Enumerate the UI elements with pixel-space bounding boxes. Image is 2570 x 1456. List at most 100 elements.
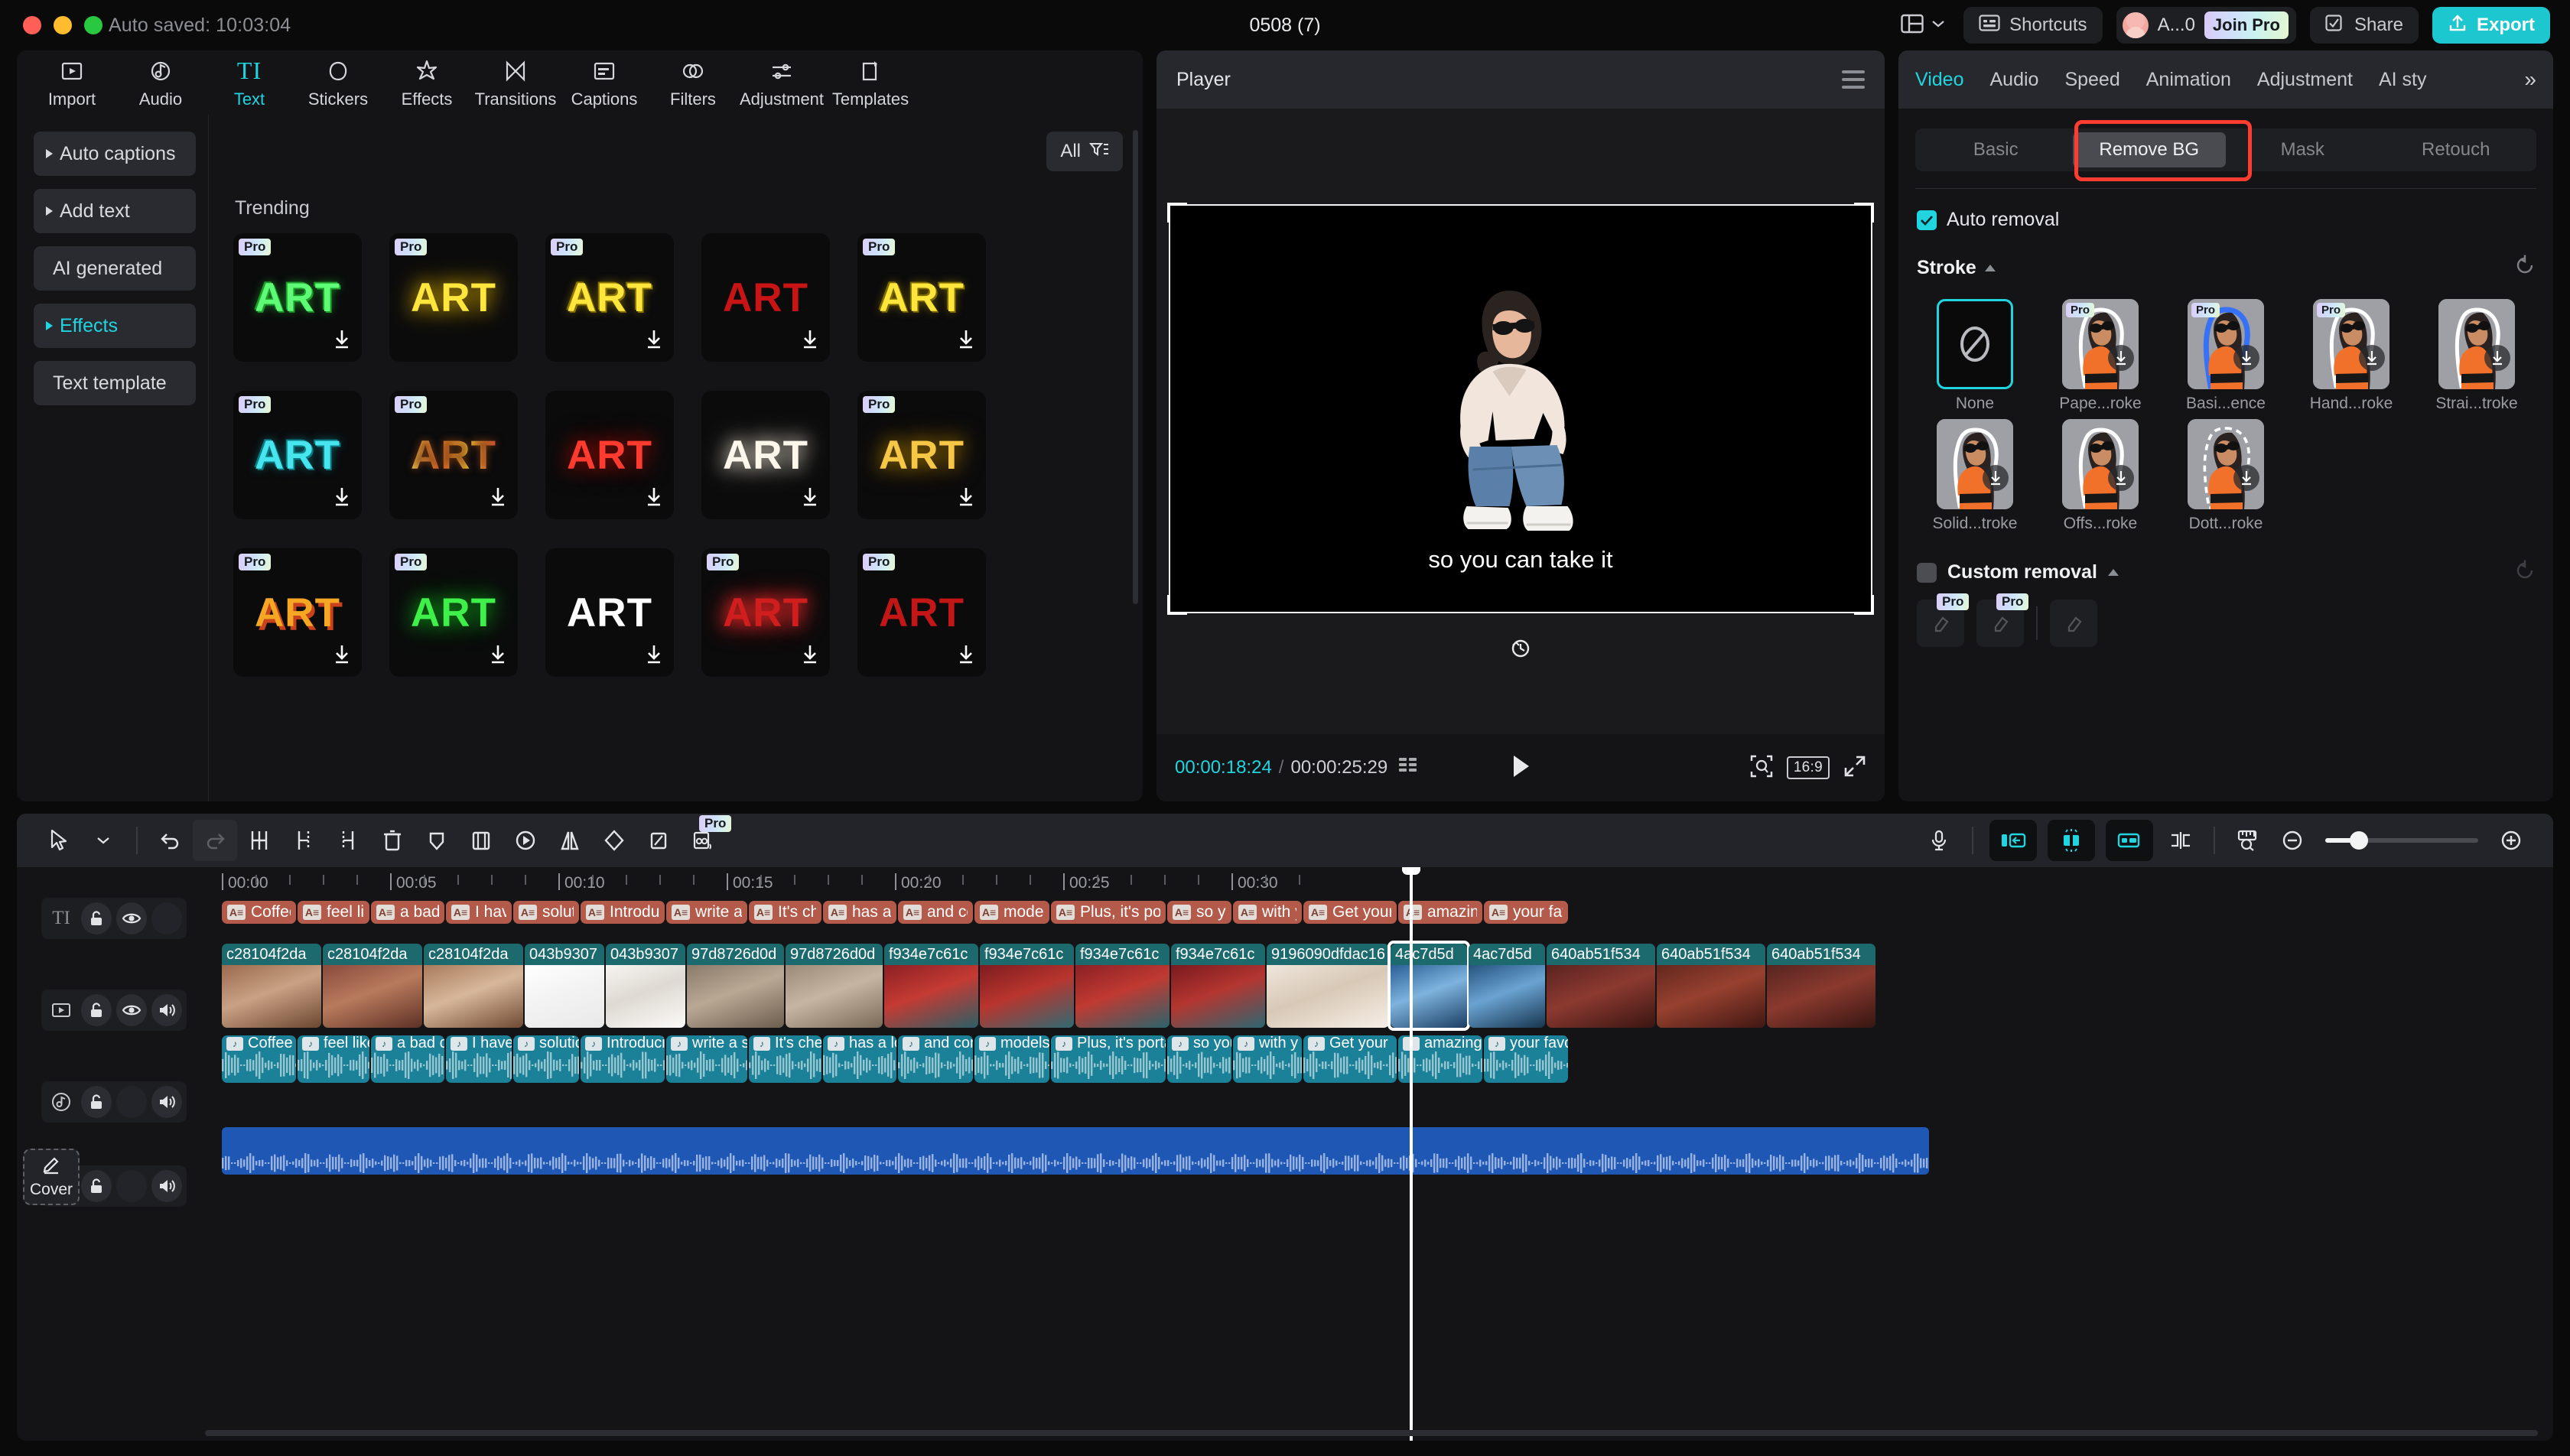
timeline-clip-audio[interactable]: ♪Introducin (581, 1035, 665, 1083)
segment-remove-bg[interactable]: Remove BG (2072, 132, 2226, 167)
download-icon[interactable] (644, 486, 664, 511)
resize-handle-tr[interactable] (1854, 203, 1874, 223)
stroke-option[interactable]: Solid...troke (1917, 419, 2033, 533)
close-window-button[interactable] (23, 16, 41, 34)
timeline-canvas[interactable]: 00:00 00:05 00:10 00:15 00:20 00:25 00:30 A≡ C… (205, 867, 2553, 1441)
account-chip[interactable]: A...0 Join Pro (2116, 7, 2296, 44)
timeline-clip-audio[interactable]: ♪ Plus, it's porta (1051, 1035, 1166, 1083)
crop-icon[interactable] (636, 820, 681, 861)
stroke-thumbnail[interactable]: Pro (2188, 299, 2264, 389)
download-icon[interactable] (332, 328, 352, 353)
download-icon[interactable] (2484, 345, 2510, 371)
timeline-clip-audio[interactable]: ♪ I have (446, 1035, 512, 1083)
aspect-ratio-button[interactable]: 16:9 (1786, 756, 1830, 779)
timeline-clip-video[interactable]: f934e7c61c (980, 944, 1074, 1028)
mode-stickers[interactable]: Stickers (294, 57, 382, 109)
volume-icon[interactable] (151, 1170, 182, 1202)
timeline-clip-audio[interactable]: ♪and com (898, 1035, 973, 1083)
text-template-card[interactable]: Pro ART (389, 233, 518, 362)
stroke-thumbnail[interactable] (2188, 419, 2264, 509)
text-template-card[interactable]: Pro ART (233, 548, 362, 677)
timeline-clip-audio[interactable]: ♪feel like (298, 1035, 369, 1083)
timeline-clip-audio[interactable]: ♪a bad co (371, 1035, 444, 1083)
zoom-fit-icon[interactable] (1750, 755, 1773, 782)
timeline-clip-text[interactable]: A≡ has a lo (823, 901, 896, 924)
timeline-clip-video[interactable]: 9196090dfdac16 (1267, 944, 1389, 1028)
timeline-clip-text[interactable]: A≡ Introducin (581, 901, 665, 924)
text-template-card[interactable]: ART (545, 391, 674, 519)
hamburger-icon[interactable] (1842, 70, 1865, 89)
play-button[interactable] (1509, 753, 1532, 783)
nav-item-text-template[interactable]: Text template (34, 361, 196, 405)
text-template-card[interactable]: Pro ART (857, 548, 986, 677)
download-icon[interactable] (644, 328, 664, 353)
timeline-clip-audio[interactable]: ♪has a lo (823, 1035, 896, 1083)
timeline-clip-text[interactable]: A≡ so you (1167, 901, 1231, 924)
mode-audio[interactable]: Audio (116, 57, 205, 109)
text-template-card[interactable]: Pro ART (233, 391, 362, 519)
timeline-clip-text[interactable]: A≡ your favo (1484, 901, 1568, 924)
text-template-card[interactable]: ART (701, 233, 830, 362)
rotate-icon[interactable] (592, 820, 636, 861)
timeline-horizontal-scrollbar[interactable] (205, 1430, 2538, 1436)
timeline-clip-text[interactable]: A≡ solutio (513, 901, 579, 924)
text-template-card[interactable]: ART (701, 391, 830, 519)
share-button[interactable]: Share (2309, 7, 2419, 44)
timeline-clip-video[interactable]: 97d8726d0d (687, 944, 784, 1028)
tab-audio[interactable]: Audio (1990, 69, 2039, 91)
crop-frame-icon[interactable] (459, 820, 503, 861)
eye-icon[interactable] (116, 994, 147, 1026)
stroke-option[interactable]: Pro Basi...ence (2168, 299, 2284, 413)
marker-icon[interactable] (415, 820, 459, 861)
timeline-clip-audio[interactable]: ♪ models (974, 1035, 1049, 1083)
timeline-clip-video[interactable]: c28104f2da (424, 944, 523, 1028)
timeline-clip-video[interactable]: 043b9307 (525, 944, 604, 1028)
timeline-clip-audio[interactable]: ♪Coffee lo (222, 1035, 296, 1083)
mode-captions[interactable]: Captions (560, 57, 649, 109)
timeline-clip-text[interactable]: A≡ Coffee lo (222, 901, 296, 924)
cover-button[interactable]: Cover (23, 1149, 80, 1205)
custom-collapse-triangle-icon[interactable] (2107, 569, 2119, 576)
timeline-clip-text[interactable]: A≡ a bad co (371, 901, 444, 924)
download-icon[interactable] (488, 486, 508, 511)
segment-retouch[interactable]: Retouch (2380, 132, 2533, 167)
trim-right-icon[interactable] (326, 820, 370, 861)
timeline-clip-text[interactable]: A≡ It's chea (749, 901, 821, 924)
ruler-zoom-icon[interactable] (2226, 820, 2270, 861)
text-template-card[interactable]: Pro ART (545, 233, 674, 362)
mode-templates[interactable]: Templates (826, 57, 915, 109)
undo-icon[interactable] (148, 820, 193, 861)
video-canvas[interactable]: so you can take it (1167, 203, 1874, 615)
timeline-clip-video[interactable]: 640ab51f534 (1657, 944, 1765, 1028)
text-template-card[interactable]: Pro ART (857, 391, 986, 519)
timeline-clip-audio[interactable]: ♪ with y (1233, 1035, 1302, 1083)
filter-button[interactable]: All (1046, 132, 1123, 171)
export-button[interactable]: Export (2432, 7, 2550, 44)
microphone-icon[interactable] (1917, 820, 1961, 861)
stroke-option[interactable]: Strai...troke (2419, 299, 2535, 413)
timeline-clip-video[interactable]: 97d8726d0d (786, 944, 883, 1028)
timeline-clip-text[interactable]: A≡ Get your (1303, 901, 1397, 924)
timeline-clip-video[interactable]: c28104f2da (222, 944, 321, 1028)
timeline-clip-text[interactable]: A≡ and com (898, 901, 973, 924)
timeline-clip-text[interactable]: A≡ with y (1233, 901, 1302, 924)
download-icon[interactable] (800, 486, 820, 511)
playhead[interactable] (1402, 867, 1420, 1441)
lock-icon[interactable] (81, 1086, 112, 1118)
timeline-clip-audio[interactable]: ♪It's chea (749, 1035, 821, 1083)
download-icon[interactable] (2108, 345, 2134, 371)
text-template-card[interactable]: Pro ART (701, 548, 830, 677)
collapse-triangle-icon[interactable] (1984, 265, 1996, 271)
download-icon[interactable] (332, 486, 352, 511)
layout-switch-button[interactable] (1896, 9, 1950, 42)
stroke-option[interactable]: Dott...roke (2168, 419, 2284, 533)
join-pro-button[interactable]: Join Pro (2204, 11, 2289, 39)
mode-import[interactable]: Import (28, 57, 116, 109)
freeze-frame-icon[interactable] (503, 820, 548, 861)
stroke-thumbnail[interactable] (1937, 419, 2013, 509)
lock-icon[interactable] (81, 994, 112, 1026)
timeline-clip-music[interactable] (222, 1127, 1929, 1175)
text-template-card[interactable]: Pro ART (857, 233, 986, 362)
download-icon[interactable] (488, 643, 508, 668)
auto-removal-row[interactable]: Auto removal (1898, 189, 2553, 231)
